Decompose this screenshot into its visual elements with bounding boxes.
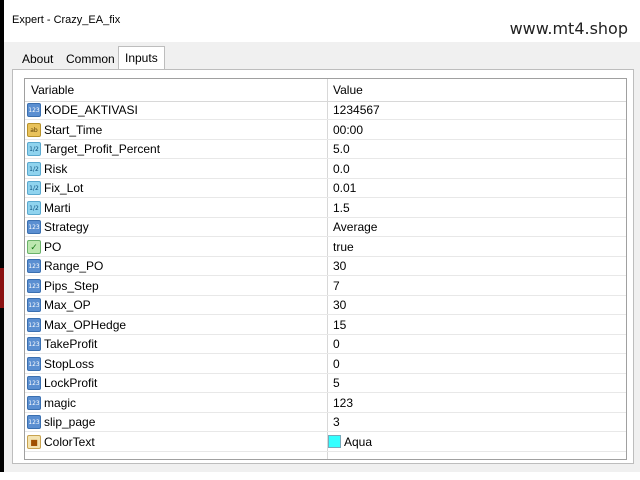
table-row[interactable]: 123 KODE_AKTIVASI 1234567 <box>25 101 626 120</box>
double-icon: 1/2 <box>27 161 41 176</box>
watermark-text: www.mt4.shop <box>509 19 628 38</box>
variable-value[interactable]: 0 <box>333 355 340 374</box>
int-icon: 123 <box>27 259 41 273</box>
table-row[interactable]: 1/2 Risk 0.0 <box>25 160 626 179</box>
int-icon: 123 <box>27 317 41 332</box>
variable-value[interactable]: 30 <box>333 296 346 315</box>
variable-value[interactable]: Aqua <box>344 433 372 452</box>
variable-value[interactable]: 1.5 <box>333 199 350 218</box>
variable-name: Target_Profit_Percent <box>44 142 161 156</box>
variable-name: Pips_Step <box>44 278 99 293</box>
table-header: Variable Value <box>25 79 626 102</box>
double-icon: 1/2 <box>27 200 41 215</box>
tab-about[interactable]: About <box>16 48 59 70</box>
table-row[interactable]: 1/2 Target_Profit_Percent 5.0 <box>25 140 626 159</box>
variable-name: Max_OP <box>44 298 91 312</box>
double-icon: 1/2 <box>27 142 41 156</box>
variable-name: KODE_AKTIVASI <box>44 103 138 117</box>
variable-name: Max_OPHedge <box>44 317 127 332</box>
variable-value[interactable]: 5 <box>333 374 340 393</box>
variable-name: TakeProfit <box>44 337 98 351</box>
table-row[interactable]: 123 Range_PO 30 <box>25 257 626 276</box>
table-row[interactable]: 123 Strategy Average <box>25 218 626 237</box>
title-bar: Expert - Crazy_EA_fix www.mt4.shop <box>4 0 640 42</box>
variable-value[interactable]: 7 <box>333 277 340 296</box>
table-row[interactable]: ✓ PO true <box>25 238 626 257</box>
column-header-value[interactable]: Value <box>333 79 363 101</box>
variable-value[interactable]: Average <box>333 218 377 237</box>
expert-properties-window: Expert - Crazy_EA_fix www.mt4.shop About… <box>4 0 640 472</box>
color-icon: ■ <box>27 434 41 449</box>
int-icon: 123 <box>27 103 41 117</box>
variable-value[interactable]: 0 <box>333 335 340 354</box>
variable-value[interactable]: 5.0 <box>333 140 350 159</box>
table-row[interactable]: 123 TakeProfit 0 <box>25 335 626 354</box>
table-row[interactable]: 1/2 Fix_Lot 0.01 <box>25 179 626 198</box>
table-row[interactable]: ab Start_Time 00:00 <box>25 121 626 140</box>
inputs-panel: Variable Value 123 KODE_AKTIVASI 1234567 ab… <box>12 69 634 464</box>
variable-name: Fix_Lot <box>44 181 84 195</box>
int-icon: 123 <box>27 415 41 429</box>
variable-name: PO <box>44 239 62 254</box>
tab-inputs[interactable]: Inputs <box>118 46 165 71</box>
variable-name: Range_PO <box>44 259 104 273</box>
variable-name: Risk <box>44 161 68 176</box>
variable-name: ColorText <box>44 434 95 449</box>
variable-name: slip_page <box>44 415 96 429</box>
table-row[interactable]: 123 slip_page 3 <box>25 413 626 432</box>
int-icon: 123 <box>27 356 41 371</box>
table-row[interactable]: 123 LockProfit 5 <box>25 374 626 393</box>
color-swatch[interactable] <box>328 434 341 448</box>
variable-name: Marti <box>44 200 71 215</box>
inputs-table: Variable Value 123 KODE_AKTIVASI 1234567 ab… <box>24 78 627 460</box>
bool-icon: ✓ <box>27 239 41 254</box>
variable-name: Strategy <box>44 220 89 234</box>
variable-value[interactable]: 3 <box>333 413 340 432</box>
variable-value[interactable]: 0.01 <box>333 179 356 198</box>
int-icon: 123 <box>27 376 41 390</box>
int-icon: 123 <box>27 220 41 234</box>
double-icon: 1/2 <box>27 181 41 195</box>
variable-value[interactable]: 30 <box>333 257 346 276</box>
int-icon: 123 <box>27 298 41 312</box>
table-row[interactable]: 123 Pips_Step 7 <box>25 277 626 296</box>
window-title: Expert - Crazy_EA_fix <box>12 14 121 26</box>
variable-value[interactable]: 15 <box>333 316 346 335</box>
table-row[interactable]: ■ ColorText Aqua <box>25 433 626 452</box>
int-icon: 123 <box>27 395 41 410</box>
variable-name: magic <box>44 395 77 410</box>
table-row[interactable]: 123 Max_OP 30 <box>25 296 626 315</box>
tab-common[interactable]: Common <box>60 48 121 70</box>
variable-name: StopLoss <box>44 356 95 371</box>
variable-value[interactable]: 123 <box>333 394 353 413</box>
table-row[interactable]: 1/2 Marti 1.5 <box>25 199 626 218</box>
table-row[interactable]: 123 StopLoss 0 <box>25 355 626 374</box>
variable-value[interactable]: true <box>333 238 354 257</box>
string-icon: ab <box>27 122 41 137</box>
int-icon: 123 <box>27 337 41 351</box>
variable-name: Start_Time <box>44 122 103 137</box>
int-icon: 123 <box>27 278 41 293</box>
table-row[interactable]: 123 magic 123 <box>25 394 626 413</box>
variable-value[interactable]: 1234567 <box>333 101 380 120</box>
column-header-variable[interactable]: Variable <box>31 79 74 101</box>
variable-value[interactable]: 0.0 <box>333 160 350 179</box>
variable-name: LockProfit <box>44 376 98 390</box>
table-row[interactable]: 123 Max_OPHedge 15 <box>25 316 626 335</box>
variable-value[interactable]: 00:00 <box>333 121 363 140</box>
